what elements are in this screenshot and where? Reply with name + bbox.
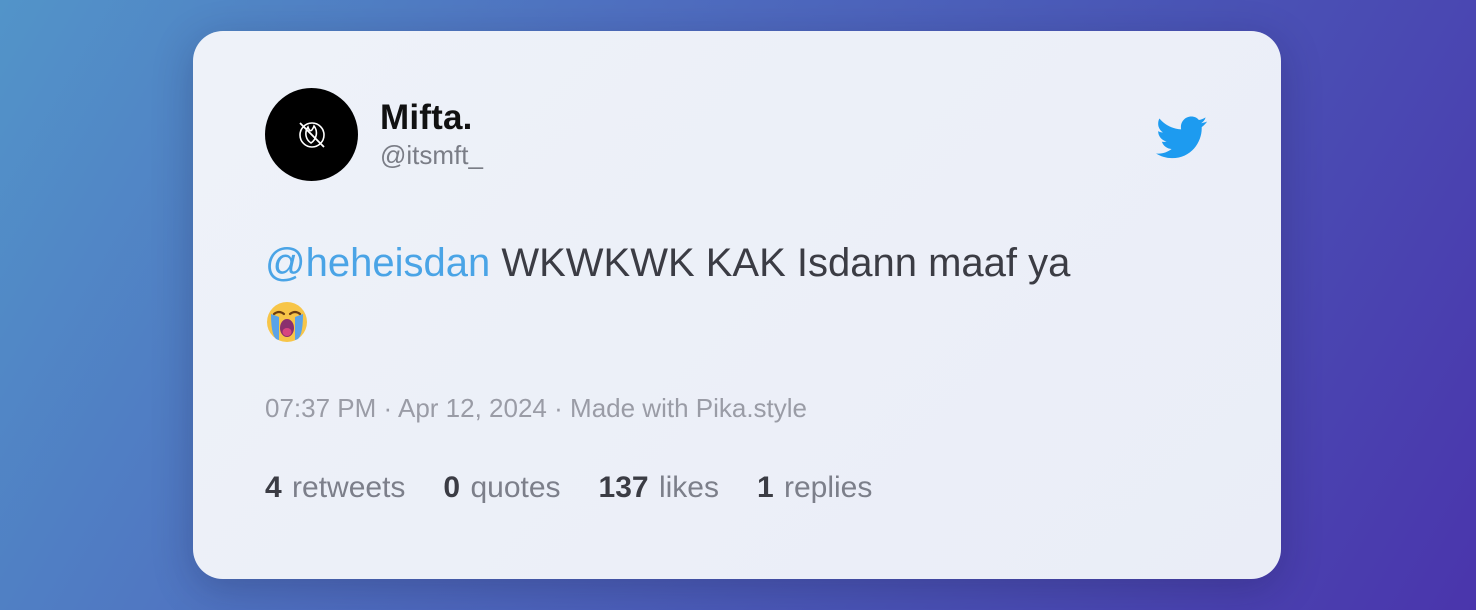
author-info: Mifta. @itsmft_ <box>380 98 483 171</box>
stat-label: retweets <box>292 471 406 504</box>
stat-label: replies <box>783 471 873 504</box>
tweet-credit: Made with Pika.style <box>570 393 808 423</box>
tweet-body: @heheisdan WKWKWK KAK Isdann maaf ya <box>265 235 1225 347</box>
tweet-meta: 07:37 PM · Apr 12, 2024 · Made with Pika… <box>265 393 807 424</box>
loudly-crying-face-emoji <box>267 302 307 343</box>
stat-label: likes <box>658 471 719 504</box>
avatar-logo-icon <box>298 121 325 148</box>
stat-label: quotes <box>470 471 561 504</box>
tweet-header: Mifta. @itsmft_ <box>265 88 483 181</box>
stat-value: 0 <box>443 471 461 504</box>
stat-replies[interactable]: 1 replies <box>757 471 872 505</box>
stat-value: 4 <box>265 471 282 504</box>
tweet-stats: 4 retweets 0 quotes 137 likes 1 replies <box>265 471 910 505</box>
stat-value: 137 <box>598 471 649 504</box>
avatar[interactable] <box>265 88 358 181</box>
mention-link[interactable]: @heheisdan <box>265 241 490 285</box>
stat-retweets[interactable]: 4 retweets <box>265 471 405 505</box>
tweet-text: WKWKWK KAK Isdann maaf ya <box>490 241 1071 285</box>
author-handle[interactable]: @itsmft_ <box>380 139 483 171</box>
twitter-bird-icon[interactable] <box>1156 115 1208 161</box>
tweet-date[interactable]: Apr 12, 2024 <box>398 393 547 423</box>
meta-separator: · <box>383 393 393 423</box>
stat-quotes[interactable]: 0 quotes <box>443 471 560 505</box>
stat-likes[interactable]: 137 likes <box>599 471 719 505</box>
meta-separator: · <box>554 393 563 423</box>
tweet-card: Mifta. @itsmft_ @heheisdan WKWKWK KAK Is… <box>193 31 1281 579</box>
author-name[interactable]: Mifta. <box>380 98 483 137</box>
tweet-time: 07:37 PM <box>265 393 377 423</box>
stat-value: 1 <box>756 471 774 504</box>
